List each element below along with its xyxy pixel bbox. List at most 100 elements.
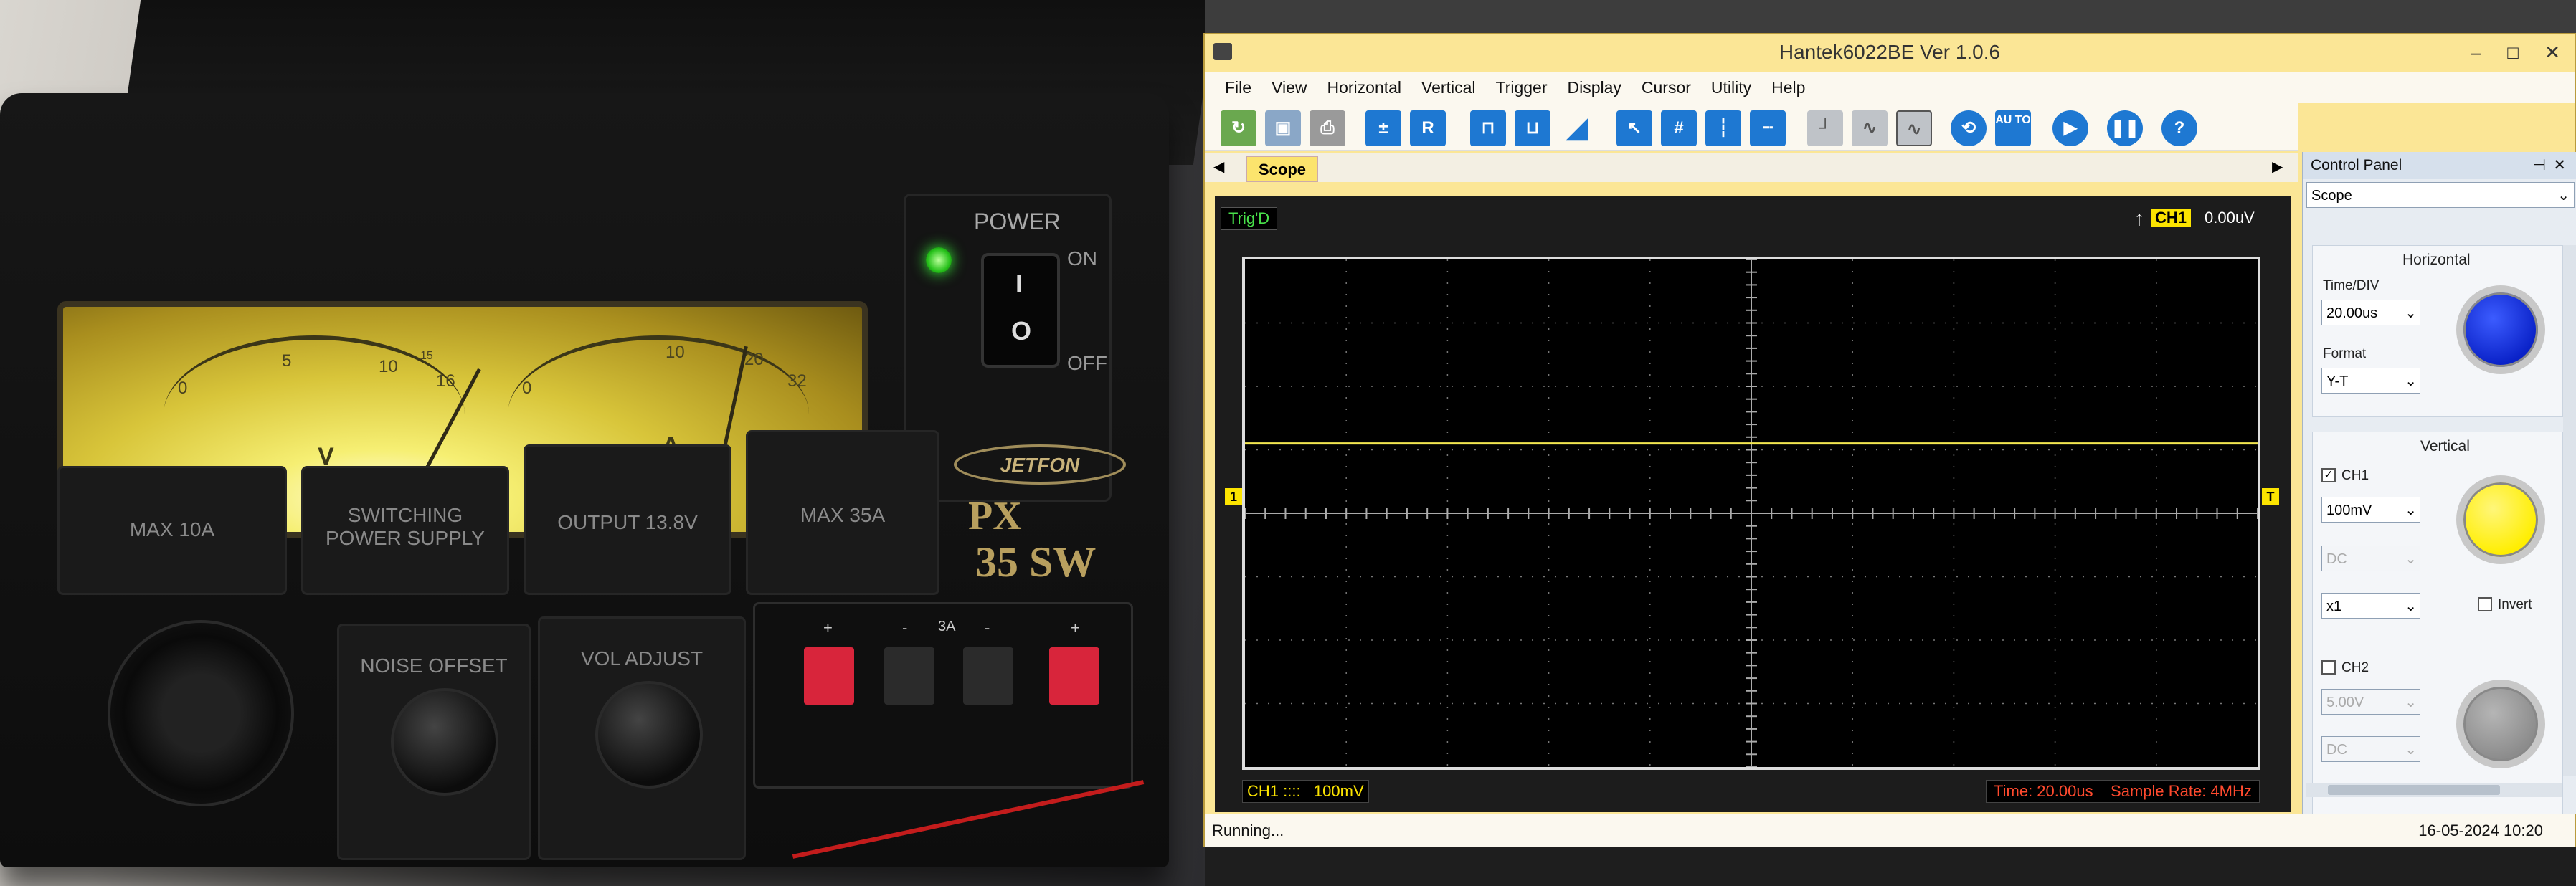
auto-button[interactable]: AU TO xyxy=(1995,110,2031,146)
ch2-volt-select[interactable]: 5.00V ⌄ xyxy=(2321,689,2420,715)
pause-icon[interactable]: ❚❚ xyxy=(2107,110,2143,146)
switch-off-mark: O xyxy=(1011,316,1032,346)
background-window-strip xyxy=(1205,0,2576,33)
window-title: Hantek6022BE Ver 1.0.6 xyxy=(1779,41,2001,63)
ch2-coupling-select[interactable]: DC ⌄ xyxy=(2321,736,2420,762)
cursor-horizontal-icon[interactable]: ┄ xyxy=(1750,110,1786,146)
close-button[interactable]: ✕ xyxy=(2544,34,2560,70)
step-icon[interactable]: ┘ xyxy=(1807,110,1843,146)
menu-help[interactable]: Help xyxy=(1761,72,1815,103)
menu-cursor[interactable]: Cursor xyxy=(1632,72,1701,103)
ch1-dial[interactable] xyxy=(2456,475,2545,564)
tab-scope[interactable]: Scope xyxy=(1246,156,1318,182)
chevron-down-icon: ⌄ xyxy=(2405,305,2417,321)
ch2-volt-value: 5.00V xyxy=(2326,695,2364,710)
ch1-info-volt: 100mV xyxy=(1313,782,1364,800)
math-icon[interactable]: ± xyxy=(1365,110,1401,146)
power-supply-body: 0 5 10 15 16 0 10 20 32 V A POWER ON OFF… xyxy=(0,93,1169,867)
panel-close-icon[interactable]: ✕ xyxy=(2553,152,2566,179)
mode-select[interactable]: Scope ⌄ xyxy=(2306,182,2575,208)
reference-icon[interactable]: R xyxy=(1410,110,1446,146)
format-select[interactable]: Y-T ⌄ xyxy=(2321,368,2420,394)
menu-view[interactable]: View xyxy=(1261,72,1317,103)
brand-logo: JETFON xyxy=(954,444,1126,485)
v-tick: 10 xyxy=(379,357,398,376)
wave-icon[interactable]: ∿ xyxy=(1852,110,1888,146)
scrollbar-thumb[interactable] xyxy=(2328,785,2500,795)
ch1-info: CH1 :::: 100mV xyxy=(1242,780,1369,803)
max10a-label: MAX 10A xyxy=(129,518,215,540)
ch1-coupling-select[interactable]: DC ⌄ xyxy=(2321,546,2420,571)
app-icon xyxy=(1213,43,1232,60)
trig-level: 0.00uV xyxy=(2205,209,2255,227)
chevron-down-icon: ⌄ xyxy=(2557,188,2570,204)
power-label: POWER xyxy=(974,209,1061,234)
noise-offset-knob xyxy=(391,688,498,796)
maximize-button[interactable]: □ xyxy=(2507,34,2519,70)
power-led xyxy=(926,247,952,273)
menu-horizontal[interactable]: Horizontal xyxy=(1317,72,1412,103)
cigarette-socket xyxy=(108,620,294,806)
vertical-group: Vertical ✓ CH1 100mV ⌄ DC ⌄ x1 ⌄ Invert CH2… xyxy=(2312,432,2563,814)
pulse-fall-icon[interactable]: ⊔ xyxy=(1515,110,1550,146)
terminal-mark: + xyxy=(823,619,833,637)
menu-display[interactable]: Display xyxy=(1557,72,1631,103)
cursor-vertical-icon[interactable]: ┆ xyxy=(1705,110,1741,146)
terminal-black xyxy=(884,647,934,705)
switch-on-mark: I xyxy=(1015,269,1023,298)
chevron-down-icon: ⌄ xyxy=(2405,742,2417,758)
toolbar: ↻ ▣ ⎙ ± R ⊓ ⊔ ◢ ↖ # ┆ ┄ ┘ ∿ ∿ ⟲ AU TO ▶ … xyxy=(1205,103,2298,151)
off-label: OFF xyxy=(1067,352,1107,374)
sine-icon[interactable]: ∿ xyxy=(1896,110,1932,146)
format-label: Format xyxy=(2323,346,2367,361)
tab-left-arrow-icon[interactable]: ◀ xyxy=(1213,158,1224,176)
a-tick: 32 xyxy=(787,371,807,391)
terminal-mark: - xyxy=(902,619,908,637)
save-icon[interactable]: ▣ xyxy=(1265,110,1301,146)
menu-vertical[interactable]: Vertical xyxy=(1411,72,1485,103)
menu-utility[interactable]: Utility xyxy=(1701,72,1761,103)
print-icon[interactable]: ⎙ xyxy=(1310,110,1345,146)
ch1-probe-select[interactable]: x1 ⌄ xyxy=(2321,593,2420,619)
ch1-checkbox[interactable]: ✓ xyxy=(2321,468,2336,482)
v-tick: 16 xyxy=(436,371,455,391)
ch2-checkbox[interactable] xyxy=(2321,660,2336,675)
grid-icon[interactable]: # xyxy=(1661,110,1697,146)
menu-trigger[interactable]: Trigger xyxy=(1485,72,1557,103)
tab-right-arrow-icon[interactable]: ▶ xyxy=(2272,158,2283,176)
ch1-level-marker[interactable]: 1 xyxy=(1225,488,1242,505)
vertical-scrollbar[interactable] xyxy=(2563,245,2576,776)
time-div-select[interactable]: 20.00us ⌄ xyxy=(2321,300,2420,325)
trigger-edge-icon: ↑ xyxy=(2134,207,2144,229)
minimize-button[interactable]: – xyxy=(2471,34,2481,70)
sample-rate: Sample Rate: 4MHz xyxy=(2111,782,2252,800)
time-div-label: Time/DIV xyxy=(2323,278,2380,293)
invert-checkbox[interactable] xyxy=(2478,597,2492,611)
pin-icon[interactable]: ⊣ xyxy=(2533,152,2546,179)
status-bar: Running... 16-05-2024 10:20 xyxy=(1205,814,2575,847)
run-icon[interactable]: ▶ xyxy=(2052,110,2088,146)
scope-screen[interactable] xyxy=(1242,257,2260,770)
help-label: ? xyxy=(2174,118,2185,138)
menu-file[interactable]: File xyxy=(1205,72,1261,103)
pulse-rise-icon[interactable]: ⊓ xyxy=(1470,110,1506,146)
ch2-dial[interactable] xyxy=(2456,680,2545,768)
horizontal-scrollbar[interactable] xyxy=(2306,783,2562,797)
pointer-icon[interactable]: ↖ xyxy=(1616,110,1652,146)
horizontal-title: Horizontal xyxy=(2402,252,2471,268)
menu-bar: File View Horizontal Vertical Trigger Display… xyxy=(1205,72,2575,103)
invert-label: Invert xyxy=(2498,597,2532,612)
a-tick: 0 xyxy=(522,378,532,398)
ch1-volt-select[interactable]: 100mV ⌄ xyxy=(2321,497,2420,523)
tab-strip: ◀ Scope ▶ xyxy=(1205,153,2298,182)
ramp-icon[interactable]: ◢ xyxy=(1559,110,1595,146)
control-panel: Control Panel ⊣ ✕ Scope ⌄ Horizontal Time… xyxy=(2302,152,2576,814)
terminal-black xyxy=(963,647,1013,705)
refresh-icon[interactable]: ⟲ xyxy=(1951,110,1987,146)
trigger-level-marker[interactable]: T xyxy=(2262,488,2279,505)
open-icon[interactable]: ↻ xyxy=(1221,110,1256,146)
ch1-coupling-value: DC xyxy=(2326,551,2347,567)
panel-max10a: MAX 10A xyxy=(57,466,287,595)
help-icon[interactable]: ? xyxy=(2161,110,2197,146)
horizontal-dial[interactable] xyxy=(2456,285,2545,374)
